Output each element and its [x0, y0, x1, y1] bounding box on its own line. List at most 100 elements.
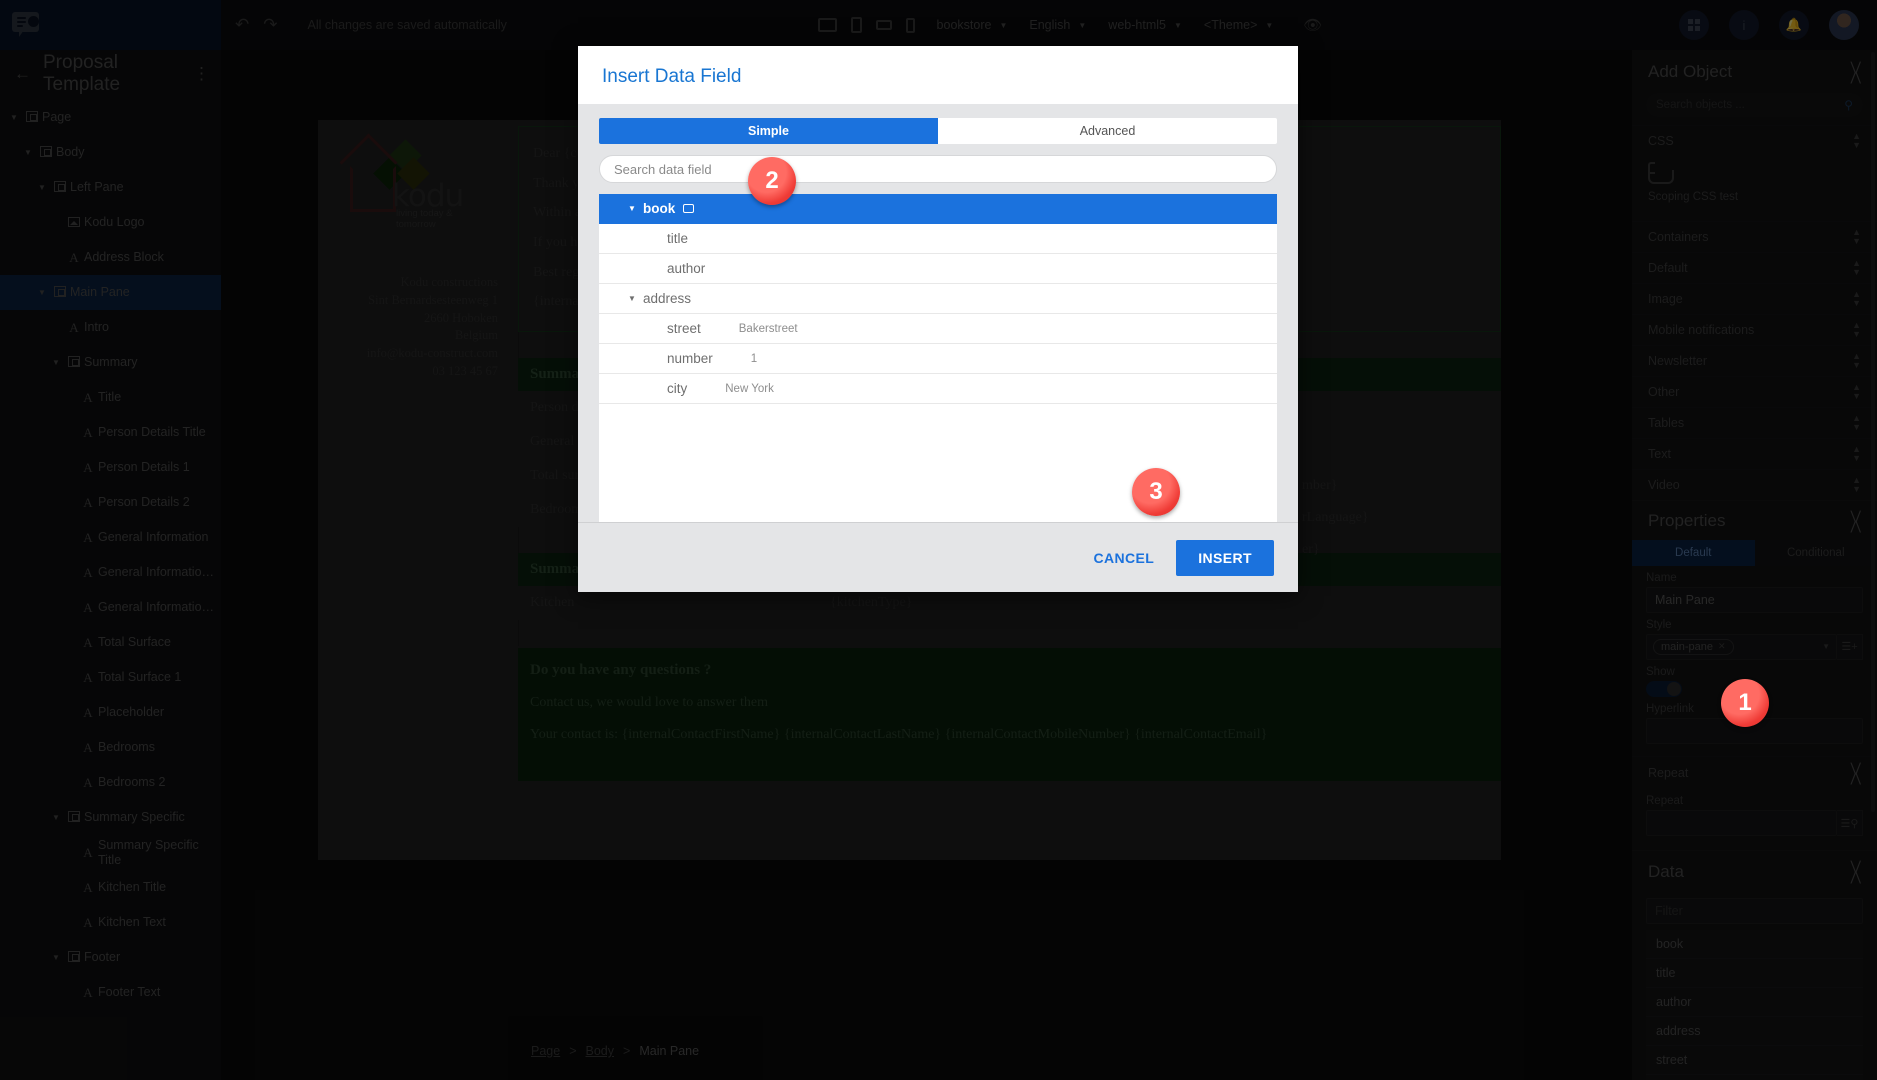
search-data-field-input[interactable]: Search data field: [599, 155, 1277, 183]
chevron-down-icon[interactable]: ▼: [48, 813, 64, 822]
tree-item-total-surface-1[interactable]: ▼ATotal Surface 1: [0, 660, 221, 695]
data-field-address[interactable]: address: [1646, 1017, 1863, 1047]
tab-advanced[interactable]: Advanced: [938, 118, 1277, 144]
chevron-down-icon[interactable]: ▼: [34, 183, 50, 192]
right-panel-scrollbar[interactable]: [1871, 52, 1875, 812]
chevron-down-icon[interactable]: ▼: [621, 204, 643, 213]
tablet-icon[interactable]: [850, 17, 862, 33]
tree-item-kodu-logo[interactable]: ▼Kodu Logo: [0, 205, 221, 240]
breadcrumb-body[interactable]: Body: [586, 1044, 615, 1058]
select-output[interactable]: web-html5 ▼: [1108, 18, 1182, 32]
name-input[interactable]: Main Pane: [1646, 586, 1863, 613]
data-field-row-author[interactable]: author: [599, 254, 1277, 284]
object-category-containers[interactable]: Containers ▲ ▼: [1632, 220, 1877, 252]
tree-item-kitchen-title[interactable]: ▼AKitchen Title: [0, 870, 221, 905]
cancel-button[interactable]: CANCEL: [1094, 550, 1155, 566]
search-objects-input[interactable]: Search objects ... ⚲: [1646, 92, 1863, 117]
tree-item-summary-specific[interactable]: ▼ Summary Specific: [0, 800, 221, 835]
desktop-icon[interactable]: [817, 18, 837, 32]
select-theme[interactable]: <Theme> ▼: [1204, 18, 1273, 32]
app-logo[interactable]: [0, 0, 221, 50]
chevron-down-icon[interactable]: ▼: [20, 148, 36, 157]
object-category-default[interactable]: Default ▲ ▼: [1632, 251, 1877, 283]
address-block[interactable]: Kodu constructions Sint Bernardsesteenweg…: [328, 274, 504, 381]
object-category-newsletter[interactable]: Newsletter ▲ ▼: [1632, 344, 1877, 376]
repeat-section-header[interactable]: Repeat ⋁ ⋀: [1632, 755, 1877, 790]
tree-item-general-informatio[interactable]: ▼AGeneral Informatio…: [0, 555, 221, 590]
object-category-text[interactable]: Text ▲ ▼: [1632, 437, 1877, 469]
close-icon[interactable]: ✕: [1718, 641, 1726, 652]
object-category-mobile-notifications[interactable]: Mobile notifications ▲ ▼: [1632, 313, 1877, 345]
object-category-video[interactable]: Video ▲ ▼: [1632, 468, 1877, 500]
object-category-other[interactable]: Other ▲ ▼: [1632, 375, 1877, 407]
data-field-book[interactable]: book: [1646, 930, 1863, 960]
tree-item-bedrooms[interactable]: ▼ABedrooms: [0, 730, 221, 765]
collapse-icon[interactable]: ⋁ ⋀: [1850, 60, 1861, 83]
phone-icon[interactable]: [905, 17, 915, 33]
data-filter-input[interactable]: Filter: [1646, 898, 1863, 925]
data-field-row-title[interactable]: title: [599, 224, 1277, 254]
chevron-down-icon[interactable]: ▼: [48, 358, 64, 367]
css-section-header[interactable]: CSS ▲ ▼: [1632, 124, 1877, 156]
kebab-menu-icon[interactable]: ⋮: [193, 64, 211, 84]
tree-item-total-surface[interactable]: ▼ATotal Surface: [0, 625, 221, 660]
tree-item-page[interactable]: ▼ Page: [0, 100, 221, 135]
data-field-row-street[interactable]: street Bakerstreet: [599, 314, 1277, 344]
tree-item-general-information[interactable]: ▼AGeneral Information: [0, 520, 221, 555]
questions-block[interactable]: Do you have any questions ? Contact us, …: [518, 648, 1501, 782]
collapse-icon[interactable]: ⋁ ⋀: [1850, 509, 1861, 532]
bell-icon[interactable]: 🔔: [1779, 10, 1809, 40]
chevron-down-icon[interactable]: ▼: [48, 953, 64, 962]
data-field-row-book[interactable]: ▼ book: [599, 194, 1277, 224]
css-object-tile[interactable]: Scoping CSS test: [1632, 156, 1877, 221]
data-field-number[interactable]: number: [1646, 1075, 1863, 1080]
tree-item-person-details-1[interactable]: ▼APerson Details 1: [0, 450, 221, 485]
tree-item-title[interactable]: ▼ATitle: [0, 380, 221, 415]
tree-item-intro[interactable]: ▼AIntro: [0, 310, 221, 345]
tree-item-kitchen-text[interactable]: ▼AKitchen Text: [0, 905, 221, 940]
tree-item-bedrooms-2[interactable]: ▼ABedrooms 2: [0, 765, 221, 800]
undo-icon[interactable]: ↶: [235, 15, 249, 35]
breadcrumb-page[interactable]: Page: [531, 1044, 560, 1058]
tree-item-summary-specific-title[interactable]: ▼ASummary Specific Title: [0, 835, 221, 870]
tree-item-left-pane[interactable]: ▼ Left Pane: [0, 170, 221, 205]
tablet-landscape-icon[interactable]: [875, 20, 892, 30]
object-category-tables[interactable]: Tables ▲ ▼: [1632, 406, 1877, 438]
data-field-row-address[interactable]: ▼ address: [599, 284, 1277, 314]
chevron-down-icon[interactable]: ▼: [6, 113, 22, 122]
select-language[interactable]: English ▼: [1029, 18, 1086, 32]
chevron-down-icon[interactable]: ▼: [34, 288, 50, 297]
tab-conditional[interactable]: Conditional: [1754, 539, 1877, 566]
user-avatar[interactable]: [1829, 10, 1859, 40]
data-field-author[interactable]: author: [1646, 988, 1863, 1018]
style-chip[interactable]: main-pane ✕: [1653, 638, 1734, 655]
eye-icon[interactable]: 👁: [1303, 16, 1322, 34]
chevron-down-icon[interactable]: ▼: [1822, 642, 1830, 651]
back-arrow-icon[interactable]: ←: [14, 64, 31, 84]
tree-item-person-details-title[interactable]: ▼APerson Details Title: [0, 415, 221, 450]
tree-item-footer[interactable]: ▼ Footer: [0, 940, 221, 975]
tree-item-summary[interactable]: ▼ Summary: [0, 345, 221, 380]
tree-item-general-informatio[interactable]: ▼AGeneral Informatio…: [0, 590, 221, 625]
tab-simple[interactable]: Simple: [599, 118, 938, 144]
tab-default[interactable]: Default: [1632, 539, 1755, 566]
data-field-row-number[interactable]: number 1: [599, 344, 1277, 374]
info-icon[interactable]: i: [1729, 10, 1759, 40]
repeat-input[interactable]: [1646, 810, 1837, 837]
show-toggle[interactable]: [1646, 680, 1682, 697]
style-select[interactable]: main-pane ✕ ▼: [1646, 633, 1837, 660]
collapse-icon[interactable]: ⋁ ⋀: [1850, 761, 1861, 784]
browse-data-icon[interactable]: ☰⚲: [1837, 810, 1863, 837]
chevron-down-icon[interactable]: ▼: [621, 294, 643, 303]
select-project[interactable]: bookstore ▼: [937, 18, 1008, 32]
grid-apps-icon[interactable]: [1679, 10, 1709, 40]
tree-item-body[interactable]: ▼ Body: [0, 135, 221, 170]
document-left-pane[interactable]: kodu living today & tomorrow Kodu constr…: [318, 120, 518, 860]
object-category-image[interactable]: Image ▲ ▼: [1632, 282, 1877, 314]
add-style-icon[interactable]: ☰+: [1837, 633, 1863, 660]
insert-button[interactable]: INSERT: [1176, 539, 1274, 576]
data-field-street[interactable]: street: [1646, 1046, 1863, 1076]
redo-icon[interactable]: ↷: [263, 15, 277, 35]
collapse-icon[interactable]: ⋁ ⋀: [1850, 859, 1861, 882]
tree-item-footer-text[interactable]: ▼AFooter Text: [0, 975, 221, 1010]
